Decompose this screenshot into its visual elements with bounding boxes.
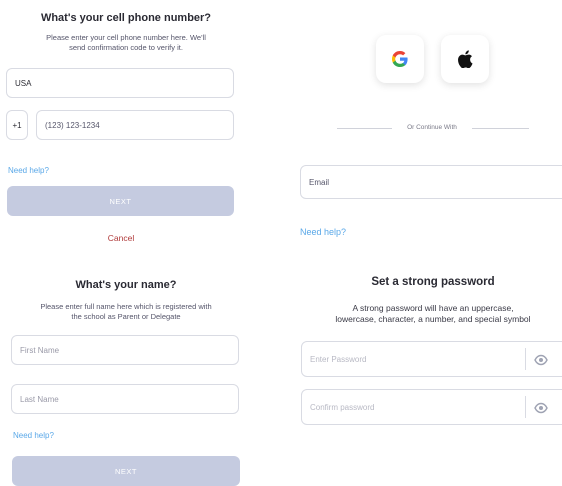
divider-line-left [337,128,392,129]
dial-code-value: +1 [12,120,22,130]
phone-subtitle-line1: Please enter your cell phone number here… [46,33,206,42]
apple-icon [458,50,473,68]
divider-text: Or Continue With [407,124,457,131]
google-icon [392,51,408,67]
password-placeholder: Enter Password [310,354,367,364]
name-need-help-link[interactable]: Need help? [13,431,54,440]
divider-line-right [472,128,529,129]
password-input[interactable]: Enter Password [301,341,562,377]
name-subtitle-line1: Please enter full name here which is reg… [40,302,212,311]
confirm-password-input[interactable]: Confirm password [301,389,562,425]
password-subtitle-line1: A strong password will have an uppercase… [352,303,514,313]
login-need-help-link[interactable]: Need help? [300,227,346,237]
country-select[interactable]: USA [6,68,234,98]
last-name-input[interactable]: Last Name [11,384,239,414]
email-placeholder: Email [309,177,330,187]
phone-subtitle-line2: send confirmation code to verify it. [69,43,183,52]
apple-login-button[interactable] [441,35,489,83]
confirm-password-placeholder: Confirm password [310,402,375,412]
last-name-placeholder: Last Name [20,394,59,404]
name-subtitle-line2: the school as Parent or Delegate [71,312,181,321]
password-subtitle-line2: lowercase, character, a number, and spec… [335,314,531,324]
confirm-eye-separator [525,396,526,418]
cancel-button[interactable]: Cancel [0,233,242,243]
first-name-input[interactable]: First Name [11,335,239,365]
name-title: What's your name? [75,279,177,291]
phone-input[interactable]: (123) 123-1234 [36,110,234,140]
password-eye-separator [525,348,526,370]
confirm-visibility-toggle[interactable] [534,401,548,419]
password-title: Set a strong password [371,276,495,288]
country-value: USA [15,78,32,88]
phone-next-button[interactable]: NEXT [7,186,234,216]
eye-icon [534,402,548,414]
name-next-button[interactable]: NEXT [12,456,240,486]
first-name-placeholder: First Name [20,345,60,355]
dial-code-field[interactable]: +1 [6,110,28,140]
phone-placeholder: (123) 123-1234 [45,120,100,130]
eye-icon [534,354,548,366]
phone-need-help-link[interactable]: Need help? [8,166,49,175]
password-visibility-toggle[interactable] [534,353,548,371]
google-login-button[interactable] [376,35,424,83]
email-input[interactable]: Email [300,165,562,199]
phone-title: What's your cell phone number? [40,12,212,24]
